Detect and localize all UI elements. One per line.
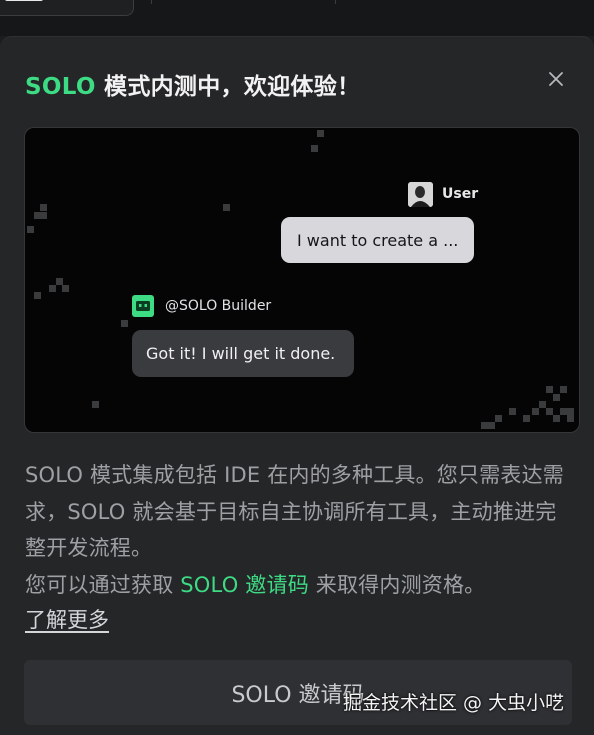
solo-preview-animation: User I want to create a ... @SOLO Builde…: [24, 127, 580, 433]
modal-title: SOLO 模式内测中，欢迎体验！: [25, 74, 361, 100]
bot-message-bubble: Got it! I will get it done.: [132, 330, 354, 377]
close-button[interactable]: [544, 67, 568, 91]
background-app-header: [0, 0, 594, 36]
bot-name: @SOLO Builder: [165, 298, 272, 314]
user-name: User: [442, 186, 479, 202]
modal-description: SOLO 模式集成包括 IDE 在内的多种工具。您只需表达需求，SOLO 就会基…: [25, 463, 564, 597]
invite-code-highlight: SOLO 邀请码: [180, 572, 309, 597]
avatar: [408, 182, 433, 207]
background-logo-pill: [0, 0, 134, 16]
solo-intro-modal: SOLO 模式内测中，欢迎体验！ User I want to create a…: [0, 36, 594, 735]
close-icon: [549, 72, 563, 86]
bot-icon: [132, 295, 154, 317]
watermark: 掘金技术社区 @ 大虫小呓: [343, 692, 565, 714]
background-divider: [335, 0, 336, 4]
user-message-bubble: I want to create a ...: [281, 217, 474, 263]
learn-more-link[interactable]: 了解更多: [25, 604, 109, 634]
background-divider: [151, 0, 152, 4]
